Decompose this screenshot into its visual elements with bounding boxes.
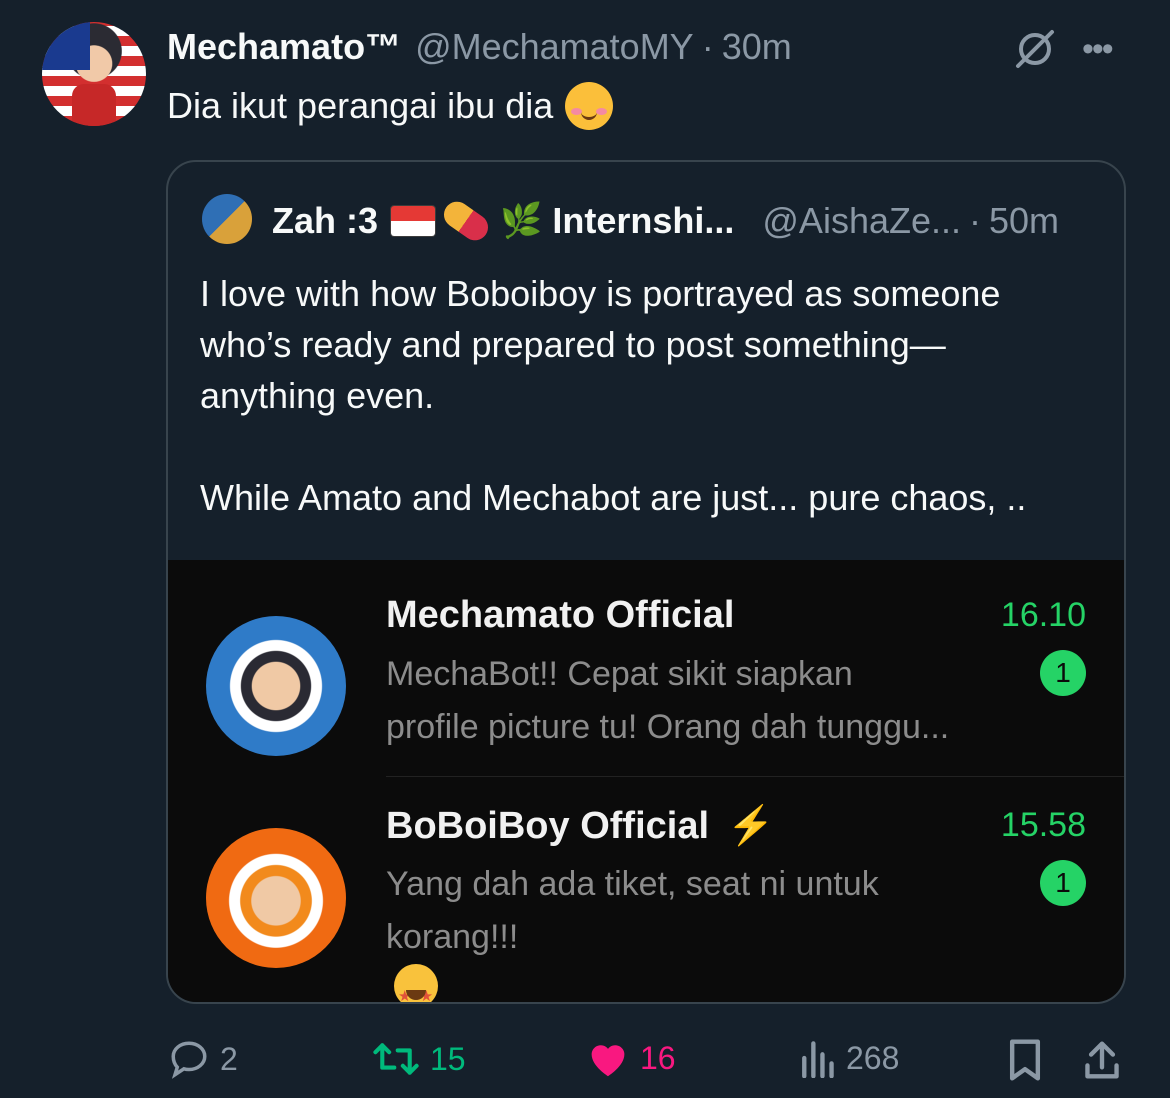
- quoted-text-line: I love with how Boboiboy is portrayed as…: [200, 273, 1001, 314]
- unread-badge: 1: [1040, 650, 1086, 696]
- quoted-tweet-header: Zah :3 🌿 Internshi... @AishaZe... · 50m: [272, 196, 1060, 246]
- lightning-bolt-icon: ⚡: [727, 805, 775, 847]
- whatsapp-chat-screenshot: Mechamato Official 16.10 MechaBot!! Cepa…: [168, 560, 1124, 1002]
- author-avatar[interactable]: [42, 22, 146, 126]
- quoted-text-line: [200, 421, 1100, 472]
- chat-time: 15.58: [1000, 806, 1086, 844]
- chat-divider: [386, 776, 1124, 777]
- chat-message-line-2: korang!!!: [386, 911, 1046, 1002]
- chat-message-line: profile picture tu! Orang dah tunggu...: [386, 708, 950, 746]
- separator-dot: ·: [701, 26, 714, 67]
- chat-message-preview: Yang dah ada tiket, seat ni untuk korang…: [386, 858, 1046, 1002]
- pill-emoji: [438, 196, 494, 246]
- smiling-blush-emoji: [565, 82, 614, 130]
- unread-badge: 1: [1040, 860, 1086, 906]
- retweet-count: 15: [430, 1040, 466, 1077]
- retweet-icon: [373, 1043, 419, 1075]
- chat-time: 16.10: [1000, 596, 1086, 634]
- share-button[interactable]: [1082, 1038, 1122, 1082]
- author-handle[interactable]: @MechamatoMY: [415, 26, 694, 68]
- quoted-text-line: While Amato and Mechabot are just... pur…: [200, 477, 1027, 518]
- chat-message-line: Yang dah ada tiket, seat ni untuk: [386, 865, 879, 903]
- quoted-author-handle: @AishaZe...: [762, 200, 962, 241]
- quoted-tweet-time: 50m: [989, 200, 1060, 241]
- like-button[interactable]: 16: [586, 1038, 676, 1078]
- quoted-separator-dot: ·: [969, 200, 982, 241]
- chat-name: Mechamato Official: [386, 594, 735, 636]
- more-icon[interactable]: •••: [1082, 30, 1114, 69]
- bookmark-button[interactable]: [1006, 1038, 1044, 1082]
- tweet-text: Dia ikut perangai ibu dia: [167, 82, 614, 130]
- chat-name: BoBoiBoy Official: [386, 805, 710, 847]
- views-button[interactable]: 268: [798, 1038, 899, 1078]
- quoted-author-avatar: [202, 194, 252, 244]
- chat-row-boboiboy: BoBoiBoy Official ⚡ 15.58 Yang dah ada ti…: [168, 800, 1124, 1002]
- retweet-button[interactable]: 15: [372, 1038, 466, 1080]
- tweet-action-bar: 2 15 16 268: [0, 1038, 1170, 1086]
- views-count: 268: [846, 1039, 900, 1076]
- tweet-text-content: Dia ikut perangai ibu dia: [167, 85, 554, 126]
- reply-count: 2: [220, 1040, 238, 1077]
- chat-message-line: korang!!!: [386, 918, 519, 956]
- mechamato-official-avatar: [206, 616, 346, 756]
- bookmark-icon: [1009, 1039, 1041, 1081]
- grok-icon[interactable]: [1012, 26, 1058, 72]
- chat-message-preview: MechaBot!! Cepat sikit siapkan profile p…: [386, 648, 1046, 754]
- chat-row-mechamato: Mechamato Official 16.10 MechaBot!! Cepa…: [168, 590, 1124, 790]
- quoted-tweet-text: I love with how Boboiboy is portrayed as…: [200, 268, 1100, 523]
- quoted-author-name-suffix: Internshi...: [552, 200, 735, 241]
- chat-message-line: MechaBot!! Cepat sikit siapkan: [386, 655, 853, 693]
- quoted-tweet[interactable]: Zah :3 🌿 Internshi... @AishaZe... · 50m …: [166, 160, 1126, 1004]
- author-display-name[interactable]: Mechamato™: [167, 26, 401, 68]
- tweet-header: Mechamato™ @MechamatoMY · 30m: [167, 26, 792, 68]
- reply-icon: [171, 1041, 207, 1079]
- chat-name-wrap: BoBoiBoy Official ⚡: [386, 804, 774, 848]
- quoted-text-line: anything even.: [200, 375, 435, 416]
- indonesia-flag-emoji: [390, 205, 437, 237]
- star-struck-emoji: [394, 964, 438, 1002]
- herb-emoji: 🌿: [500, 202, 543, 240]
- share-icon: [1085, 1041, 1119, 1079]
- quoted-text-line: who’s ready and prepared to post somethi…: [200, 324, 946, 365]
- quoted-author-name: Zah :3: [272, 200, 379, 241]
- like-count: 16: [640, 1039, 676, 1076]
- views-icon: [802, 1041, 834, 1078]
- boboiboy-official-avatar: [206, 828, 346, 968]
- reply-button[interactable]: 2: [168, 1038, 238, 1080]
- tweet-time[interactable]: 30m: [722, 26, 792, 68]
- heart-icon: [591, 1045, 625, 1077]
